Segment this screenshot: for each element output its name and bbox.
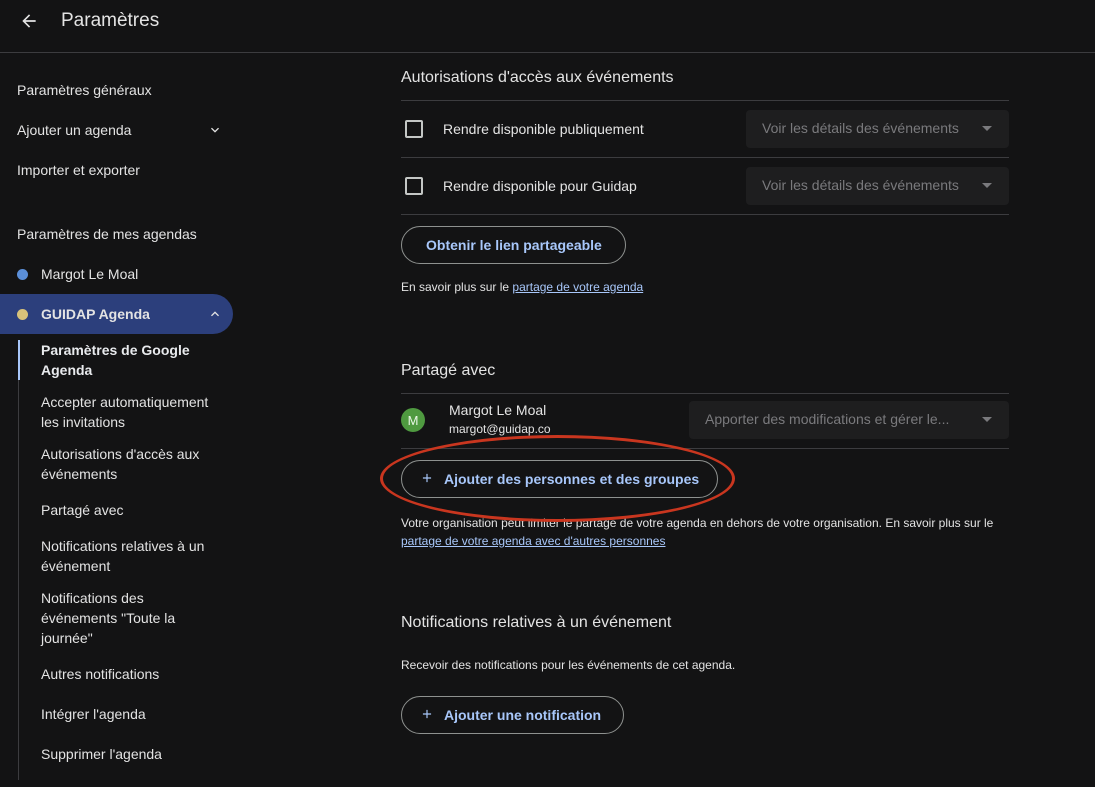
- sidebar-import-export[interactable]: Importer et exporter: [17, 162, 140, 178]
- subnav-embed-calendar[interactable]: Intégrer l'agenda: [41, 704, 221, 724]
- sidebar-calendar-margot[interactable]: Margot Le Moal: [41, 266, 138, 282]
- learn-more-prefix: En savoir plus sur le: [401, 280, 513, 294]
- dropdown-caret-icon: [982, 417, 992, 422]
- chevron-up-icon[interactable]: [207, 306, 223, 322]
- divider: [401, 214, 1009, 215]
- calendar-color-dot: [17, 309, 28, 320]
- subnav-rail: [18, 380, 19, 780]
- org-checkbox[interactable]: [405, 177, 423, 195]
- external-sharing-link[interactable]: partage de votre agenda avec d'autres pe…: [401, 534, 665, 548]
- org-note-text: Votre organisation peut limiter le parta…: [401, 516, 994, 530]
- select-value: Voir les détails des événements: [762, 177, 959, 193]
- person-permission-select[interactable]: Apporter des modifications et gérer le..…: [689, 401, 1009, 439]
- sidebar-general-settings[interactable]: Paramètres généraux: [17, 82, 152, 98]
- top-bar: Paramètres: [0, 0, 1095, 53]
- public-checkbox[interactable]: [405, 120, 423, 138]
- dropdown-caret-icon: [982, 183, 992, 188]
- select-value: Apporter des modifications et gérer le..…: [705, 411, 950, 427]
- subnav-auto-accept[interactable]: Accepter automatiquement les invitations: [41, 392, 221, 432]
- learn-more-sharing: En savoir plus sur le partage de votre a…: [401, 280, 643, 294]
- subnav-shared-with[interactable]: Partagé avec: [41, 500, 221, 520]
- person-email: margot@guidap.co: [449, 422, 551, 436]
- sidebar-add-calendar[interactable]: Ajouter un agenda: [17, 122, 131, 138]
- subnav-allday-notifications[interactable]: Notifications des événements "Toute la j…: [41, 588, 191, 648]
- settings-sidebar: Paramètres généraux Ajouter un agenda Im…: [0, 54, 240, 787]
- public-label: Rendre disponible publiquement: [443, 121, 644, 137]
- access-section-title: Autorisations d'accès aux événements: [401, 69, 674, 86]
- button-label: Ajouter une notification: [444, 707, 602, 723]
- divider: [401, 448, 1009, 449]
- add-people-groups-button[interactable]: Ajouter des personnes et des groupes: [401, 460, 718, 498]
- shared-section-title: Partagé avec: [401, 362, 496, 379]
- chevron-down-icon[interactable]: [207, 122, 223, 138]
- get-shareable-link-button[interactable]: Obtenir le lien partageable: [401, 226, 626, 264]
- plus-icon: [422, 709, 432, 719]
- button-label: Ajouter des personnes et des groupes: [444, 471, 700, 487]
- sidebar-calendar-guidap[interactable]: GUIDAP Agenda: [41, 306, 150, 322]
- person-name: Margot Le Moal: [449, 402, 547, 418]
- select-value: Voir les détails des événements: [762, 120, 959, 136]
- add-notification-button[interactable]: Ajouter une notification: [401, 696, 624, 734]
- subnav-active-indicator: [18, 340, 20, 380]
- divider: [401, 100, 1009, 101]
- settings-main: Autorisations d'accès aux événements Ren…: [401, 54, 1009, 787]
- subnav-delete-calendar[interactable]: Supprimer l'agenda: [41, 744, 221, 764]
- subnav-other-notifications[interactable]: Autres notifications: [41, 664, 221, 684]
- subnav-access-permissions[interactable]: Autorisations d'accès aux événements: [41, 444, 221, 484]
- my-calendars-heading: Paramètres de mes agendas: [17, 226, 197, 242]
- avatar: M: [401, 408, 425, 432]
- org-label: Rendre disponible pour Guidap: [443, 178, 637, 194]
- divider: [401, 157, 1009, 158]
- org-sharing-note: Votre organisation peut limiter le parta…: [401, 514, 1009, 550]
- notifications-desc: Recevoir des notifications pour les évén…: [401, 658, 736, 672]
- page-title: Paramètres: [61, 10, 160, 31]
- sharing-help-link[interactable]: partage de votre agenda: [512, 280, 643, 294]
- calendar-color-dot: [17, 269, 28, 280]
- notifications-section-title: Notifications relatives à un événement: [401, 614, 672, 631]
- divider: [401, 393, 1009, 394]
- subnav-event-notifications[interactable]: Notifications relatives à un événement: [41, 536, 221, 576]
- back-arrow-icon[interactable]: [14, 6, 44, 36]
- button-label: Obtenir le lien partageable: [426, 237, 602, 253]
- plus-icon: [422, 473, 432, 483]
- public-permission-select[interactable]: Voir les détails des événements: [746, 110, 1009, 148]
- org-permission-select[interactable]: Voir les détails des événements: [746, 167, 1009, 205]
- dropdown-caret-icon: [982, 126, 992, 131]
- subnav-calendar-settings[interactable]: Paramètres de Google Agenda: [41, 340, 221, 380]
